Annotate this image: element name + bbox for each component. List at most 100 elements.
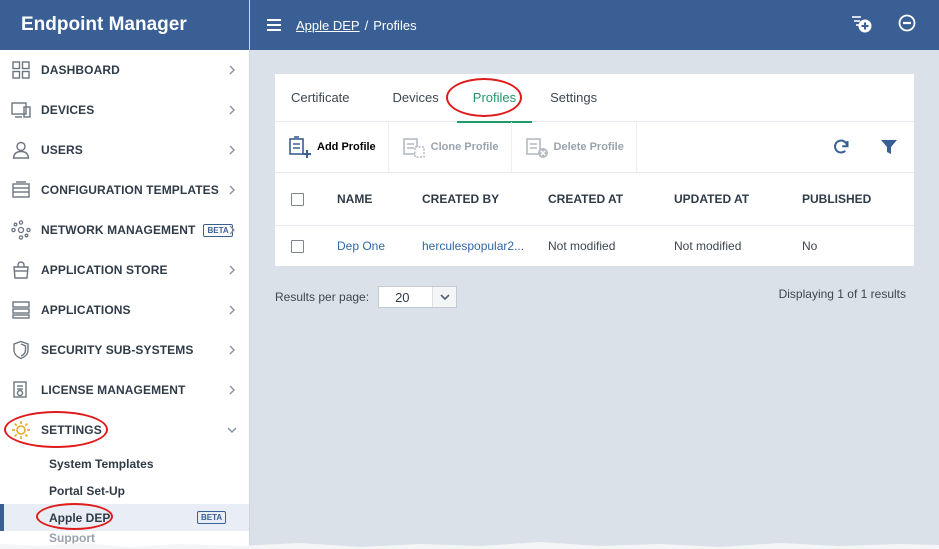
delete-profile-label: Delete Profile xyxy=(553,141,624,153)
clone-profile-label: Clone Profile xyxy=(430,141,499,153)
select-all-cell xyxy=(275,172,337,226)
chevron-right-icon xyxy=(229,225,235,235)
sidebar-item-label: APPLICATION STORE xyxy=(41,263,168,277)
tab-profiles[interactable]: Profiles xyxy=(456,74,533,123)
tab-settings[interactable]: Settings xyxy=(550,74,597,122)
delete-profile-button[interactable]: Delete Profile xyxy=(512,122,637,172)
sidebar-item-application-store[interactable]: APPLICATION STORE xyxy=(0,250,249,290)
breadcrumb-current: Profiles xyxy=(373,17,417,33)
add-profile-button[interactable]: Add Profile xyxy=(275,122,389,172)
refresh-icon[interactable] xyxy=(832,138,850,156)
tab-certificate[interactable]: Certificate xyxy=(291,74,350,122)
updated-at-cell: Not modified xyxy=(674,238,742,253)
toolbar: Add Profile Clone Profile Delete Profile xyxy=(275,122,914,172)
clone-profile-icon xyxy=(402,138,425,158)
sidebar-subitem-label: Portal Set-Up xyxy=(49,483,126,498)
chevron-right-icon xyxy=(229,265,235,275)
results-count: Displaying 1 of 1 results xyxy=(778,287,906,301)
gear-icon xyxy=(10,419,32,441)
tab-bar: Certificate Devices Profiles Settings xyxy=(275,74,914,123)
profiles-card: Certificate Devices Profiles Settings Ad… xyxy=(275,74,914,266)
add-profile-label: Add Profile xyxy=(317,141,376,153)
applications-icon xyxy=(10,299,32,321)
sidebar-subitem-apple-dep[interactable]: Apple DEP BETA xyxy=(0,504,249,531)
sidebar-item-security-sub-systems[interactable]: SECURITY SUB-SYSTEMS xyxy=(0,330,249,370)
license-icon xyxy=(10,379,32,401)
sidebar-item-configuration-templates[interactable]: CONFIGURATION TEMPLATES xyxy=(0,170,249,210)
chevron-right-icon xyxy=(229,105,235,115)
row-select-cell xyxy=(275,226,337,266)
column-updated-at[interactable]: UPDATED AT xyxy=(674,172,802,226)
dashboard-icon xyxy=(10,59,32,81)
select-all-checkbox[interactable] xyxy=(291,193,304,207)
clone-profile-button[interactable]: Clone Profile xyxy=(389,122,512,172)
column-name[interactable]: NAME xyxy=(337,172,422,226)
profile-name-link[interactable]: Dep One xyxy=(337,226,422,266)
created-by-link[interactable]: herculespopular2... xyxy=(422,226,548,266)
chevron-right-icon xyxy=(229,65,235,75)
sidebar-item-label: APPLICATIONS xyxy=(41,303,131,317)
top-bar: Apple DEP / Profiles xyxy=(250,0,939,50)
chevron-right-icon xyxy=(229,385,235,395)
column-created-by[interactable]: CREATED BY xyxy=(422,172,548,226)
breadcrumb-separator: / xyxy=(364,17,369,33)
sidebar-subitem-label: Apple DEP xyxy=(49,510,111,525)
sidebar-item-applications[interactable]: APPLICATIONS xyxy=(0,290,249,330)
beta-badge: BETA xyxy=(197,511,227,524)
sidebar-item-devices[interactable]: DEVICES xyxy=(0,90,249,130)
templates-icon xyxy=(10,179,32,201)
tab-devices[interactable]: Devices xyxy=(393,74,439,122)
sidebar-item-label: NETWORK MANAGEMENT xyxy=(41,223,196,237)
profiles-table: NAME CREATED BY CREATED AT UPDATED AT PU… xyxy=(275,172,914,266)
sidebar-item-dashboard[interactable]: DASHBOARD xyxy=(0,50,249,90)
sidebar-item-label: SETTINGS xyxy=(41,423,102,437)
sidebar-item-license-management[interactable]: LICENSE MANAGEMENT xyxy=(0,370,249,410)
sidebar-subitem-system-templates[interactable]: System Templates xyxy=(0,450,249,477)
per-page-value: 20 xyxy=(395,289,410,305)
sidebar-item-label: CONFIGURATION TEMPLATES xyxy=(41,183,219,197)
chevron-right-icon xyxy=(229,345,235,355)
sidebar-item-label: USERS xyxy=(41,143,83,157)
sidebar: Endpoint Manager DASHBOARD DEVICES USERS… xyxy=(0,0,250,549)
sidebar-subitem-label: System Templates xyxy=(49,456,154,471)
created-at-cell: Not modified xyxy=(548,238,616,253)
row-checkbox[interactable] xyxy=(291,239,304,253)
store-icon xyxy=(10,259,32,281)
breadcrumb-link-apple-dep[interactable]: Apple DEP xyxy=(296,18,360,33)
per-page-select[interactable]: 20 xyxy=(378,286,458,308)
user-icon xyxy=(10,139,32,161)
sidebar-item-settings[interactable]: SETTINGS xyxy=(0,410,249,450)
sidebar-subitem-portal-setup[interactable]: Portal Set-Up xyxy=(0,477,249,504)
add-task-icon[interactable] xyxy=(849,13,873,35)
network-icon xyxy=(10,219,32,241)
sidebar-item-users[interactable]: USERS xyxy=(0,130,249,170)
menu-icon[interactable] xyxy=(267,19,281,31)
delete-profile-icon xyxy=(525,138,548,158)
results-per-page-label: Results per page: xyxy=(275,290,370,304)
chevron-right-icon xyxy=(229,185,235,195)
column-published[interactable]: PUBLISHED xyxy=(802,172,914,226)
add-profile-icon xyxy=(289,136,311,158)
sidebar-item-label: LICENSE MANAGEMENT xyxy=(41,383,186,397)
table-header-row: NAME CREATED BY CREATED AT UPDATED AT PU… xyxy=(275,172,914,226)
more-options-icon[interactable] xyxy=(897,13,917,33)
shield-icon xyxy=(10,339,32,361)
breadcrumb: Apple DEP / Profiles xyxy=(296,18,417,33)
filter-icon[interactable] xyxy=(880,138,898,156)
toolbar-right xyxy=(832,138,898,156)
table-row: Dep One herculespopular2... Not modified… xyxy=(275,226,914,266)
top-actions xyxy=(849,13,917,35)
column-created-at[interactable]: CREATED AT xyxy=(548,172,674,226)
app-title: Endpoint Manager xyxy=(0,0,249,50)
sidebar-item-network-management[interactable]: NETWORK MANAGEMENT BETA xyxy=(0,210,249,250)
chevron-down-icon xyxy=(227,427,237,433)
chevron-down-icon xyxy=(432,287,457,307)
devices-icon xyxy=(10,99,32,121)
sidebar-item-label: DEVICES xyxy=(41,103,95,117)
chevron-right-icon xyxy=(229,305,235,315)
chevron-right-icon xyxy=(229,145,235,155)
torn-edge xyxy=(0,542,939,549)
sidebar-item-label: SECURITY SUB-SYSTEMS xyxy=(41,343,194,357)
published-cell: No xyxy=(802,238,818,253)
sidebar-item-label: DASHBOARD xyxy=(41,63,120,77)
